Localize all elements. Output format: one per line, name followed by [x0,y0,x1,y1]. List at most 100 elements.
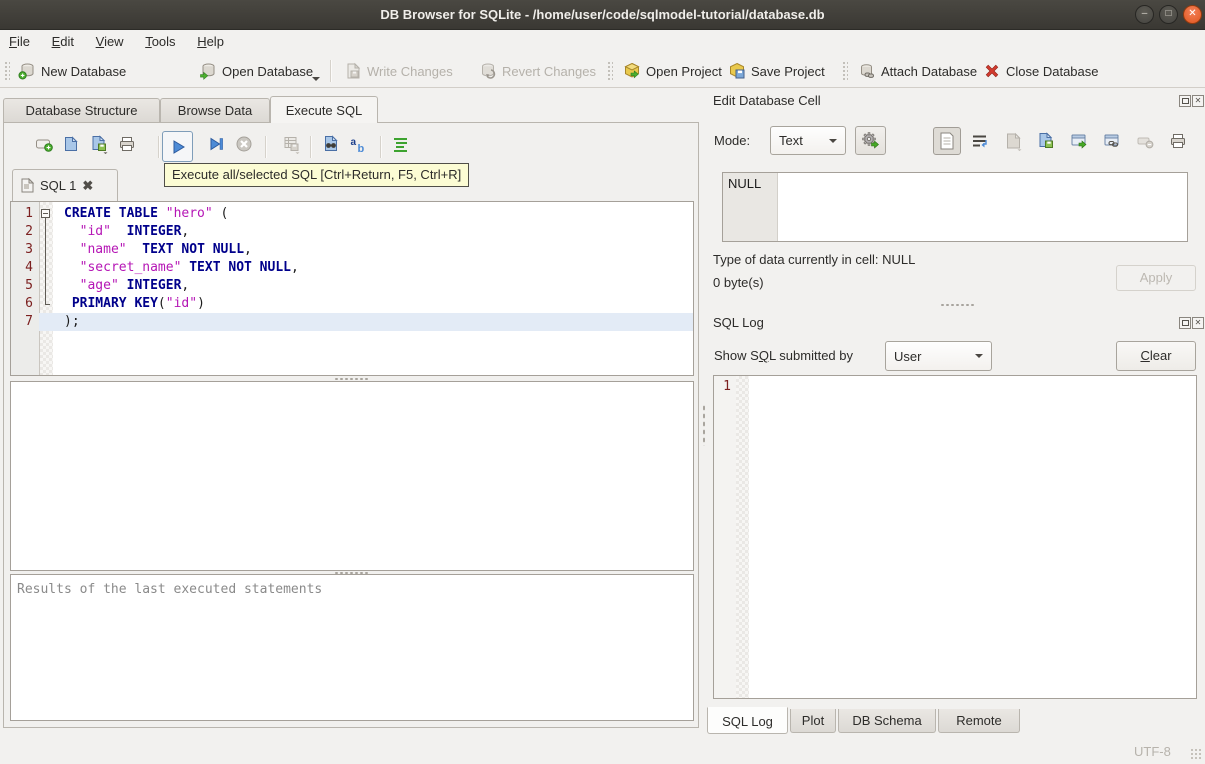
main-vertical-splitter[interactable] [702,404,706,446]
dock-tab-sql-log[interactable]: SQL Log [707,707,788,734]
execute-current-line-button[interactable] [203,131,229,157]
save-sql-file-button[interactable] [86,131,112,157]
menu-edit[interactable]: Edit [43,31,83,52]
sql-document-tab[interactable]: SQL 1 ✖ [12,169,118,201]
clear-log-button[interactable]: Clear [1116,341,1196,371]
code-line: 6 PRIMARY KEY("id") [11,295,693,313]
menu-view[interactable]: View [87,31,133,52]
sql-log-close-icon[interactable]: ✕ [1192,317,1204,329]
open-database-button[interactable]: Open Database [193,57,319,85]
find-icon [322,134,341,154]
resize-grip[interactable] [1190,748,1202,760]
print-icon [1169,132,1187,150]
cell-value-editor[interactable]: NULL [722,172,1188,242]
close-sql-tab-icon[interactable]: ✖ [82,178,93,194]
sql-log-filter-value: User [894,348,922,364]
execute-all-button[interactable] [162,131,193,162]
sql-log-gutter: 1 [714,376,736,698]
results-grid-pane[interactable] [10,381,694,571]
encoding-status: UTF-8 [1134,744,1171,759]
sql-log-filter-select[interactable]: User [885,341,992,371]
open-project-icon [623,62,641,80]
revert-changes-button[interactable]: Revert Changes [473,57,602,85]
revert-changes-icon [479,62,497,80]
set-null-button[interactable] [1131,127,1159,155]
tab-execute-sql[interactable]: Execute SQL [270,96,378,123]
find-replace-button[interactable]: ab [345,131,371,157]
chevron-down-icon [829,138,837,143]
dock-horizontal-splitter[interactable] [940,303,974,307]
export-cell-data-button[interactable] [1032,127,1060,155]
dock-tab-plot[interactable]: Plot [790,709,836,733]
text-mode-button[interactable] [933,127,961,155]
import-cell-data-button[interactable] [999,127,1027,155]
minimize-button[interactable]: – [1135,5,1154,24]
maximize-button[interactable]: □ [1159,5,1178,24]
attach-database-icon [858,62,876,80]
write-changes-icon [344,62,362,80]
window-title: DB Browser for SQLite - /home/user/code/… [380,7,825,22]
open-in-external-app-button[interactable] [1065,127,1093,155]
log-line-number: 1 [723,379,731,394]
apply-button[interactable]: Apply [1116,265,1196,291]
edit-cell-panel-title: Edit Database Cell [713,93,821,108]
stop-execution-button[interactable] [231,131,257,157]
dock-tab-db-schema[interactable]: DB Schema [838,709,936,733]
edit-cell-float-icon[interactable] [1179,95,1191,107]
write-changes-button[interactable]: Write Changes [338,57,459,85]
sql-document-tab-label: SQL 1 [40,178,77,193]
toolbar-drag-handle[interactable] [4,61,10,81]
sql-log-view[interactable]: 1 [713,375,1197,699]
toolbar-drag-handle[interactable] [607,61,613,81]
cell-type-info: Type of data currently in cell: NULL [713,252,916,267]
open-database-icon [199,62,217,80]
svg-text:a: a [350,137,356,148]
find-button[interactable] [318,131,344,157]
menu-file[interactable]: File [0,31,39,52]
open-database-menu-caret[interactable] [312,77,320,81]
new-database-button[interactable]: New Database [12,57,132,85]
code-line: 7); [11,313,693,331]
sql-log-float-icon[interactable] [1179,317,1191,329]
word-wrap-button[interactable] [966,127,994,155]
toolbar-drag-handle[interactable] [842,61,848,81]
save-results-button[interactable] [278,131,304,157]
execute-current-line-icon [207,135,225,153]
import-settings-button[interactable] [855,126,886,155]
dock-tab-remote[interactable]: Remote [938,709,1020,733]
save-results-icon [282,135,301,154]
print-cell-button[interactable] [1164,127,1192,155]
attach-database-button[interactable]: Attach Database [852,57,983,85]
edit-cell-close-icon[interactable]: ✕ [1192,95,1204,107]
save-project-icon [728,62,746,80]
sql-editor[interactable]: 1 CREATE TABLE "hero" (2 "id" INTEGER, 3 "… [10,201,694,376]
results-message-pane[interactable]: Results of the last executed statements [10,574,694,721]
cell-null-column: NULL [723,173,778,241]
print-icon [118,135,136,153]
text-mode-icon [939,132,955,150]
menu-tools[interactable]: Tools [136,31,184,52]
sql-toolbar-separator [158,136,160,158]
print-sql-button[interactable] [114,131,140,157]
code-line: 3 "name" TEXT NOT NULL, [11,241,693,259]
open-sql-file-button[interactable] [58,131,84,157]
auto-format-icon [392,135,410,153]
close-button[interactable]: ✕ [1183,5,1202,24]
open-external-icon [1070,132,1089,151]
mode-select[interactable]: Text [770,126,846,155]
copy-link-button[interactable] [1098,127,1126,155]
sql-log-panel-title: SQL Log [713,315,764,330]
find-replace-icon: ab [349,135,368,154]
sql-toolbar-separator [310,136,312,158]
code-line: 2 "id" INTEGER, [11,223,693,241]
open-project-button[interactable]: Open Project [617,57,728,85]
save-project-button[interactable]: Save Project [722,57,831,85]
cell-size-info: 0 byte(s) [713,275,764,290]
close-database-button[interactable]: Close Database [977,57,1105,85]
tab-browse-data[interactable]: Browse Data [160,98,270,122]
tab-database-structure[interactable]: Database Structure [3,98,160,122]
menu-help[interactable]: Help [188,31,233,52]
auto-format-button[interactable] [388,131,414,157]
new-sql-tab-button[interactable] [31,131,57,157]
new-tab-icon [34,134,54,154]
